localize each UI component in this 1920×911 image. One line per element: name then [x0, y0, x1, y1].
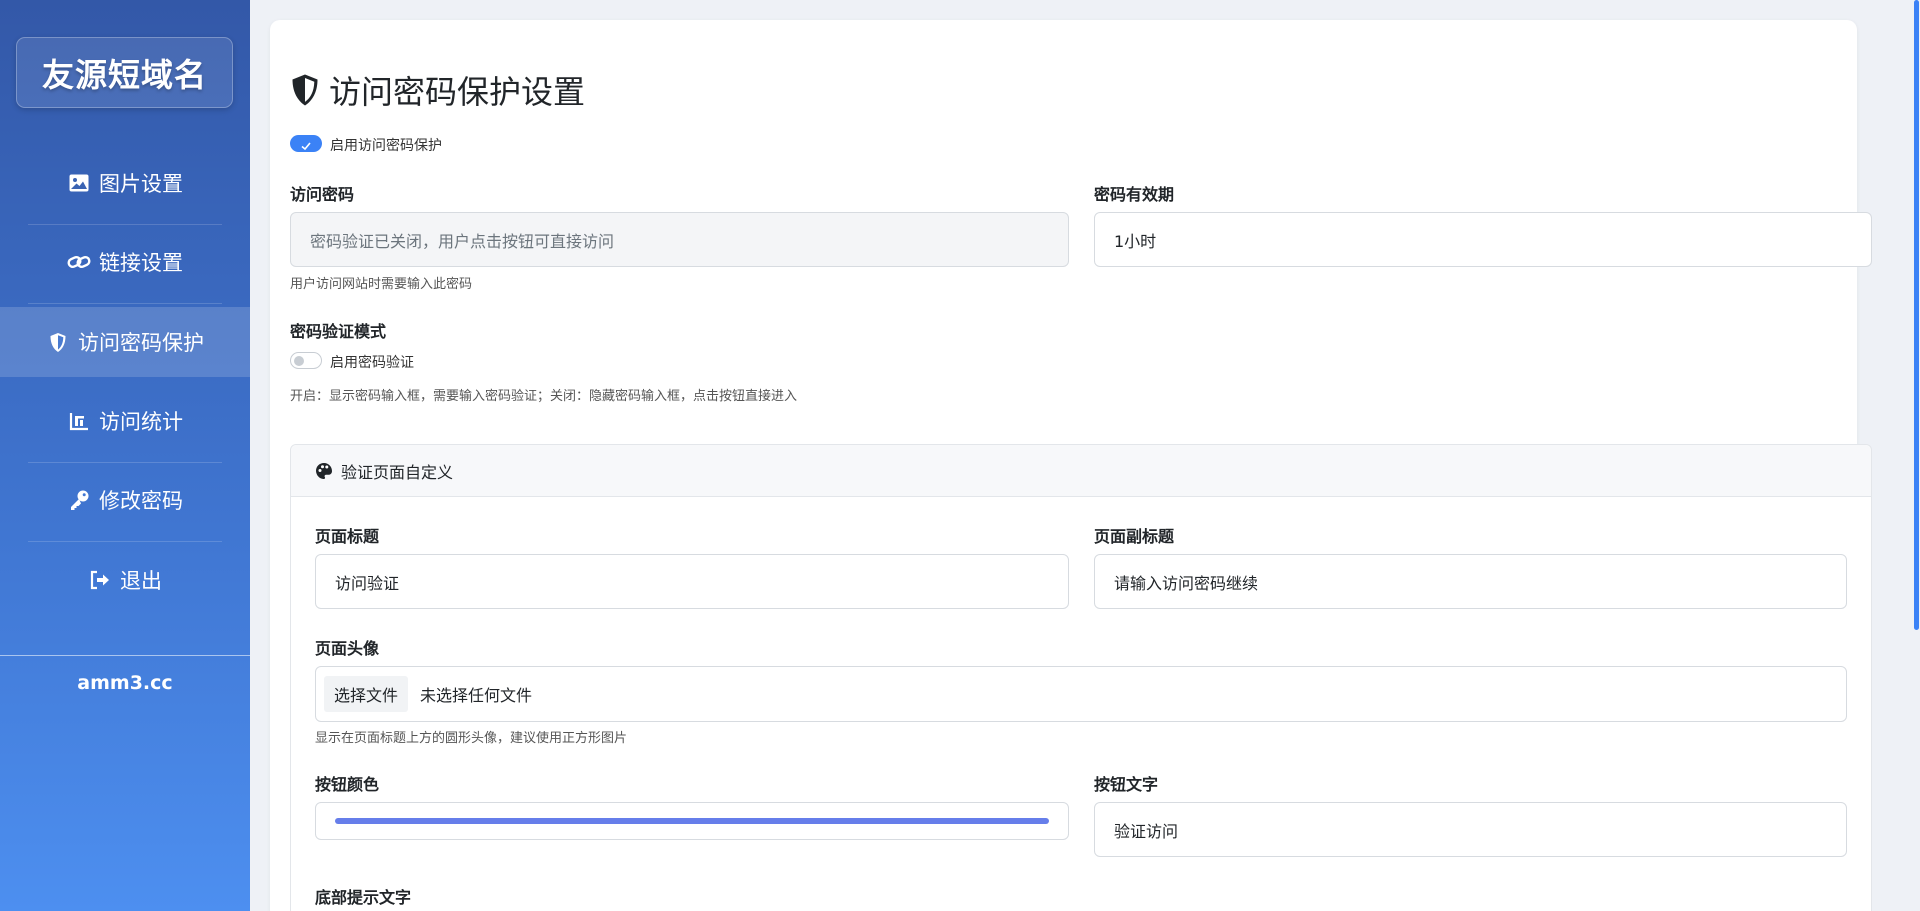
enable-protection-toggle[interactable]: [290, 135, 322, 152]
sidebar: 友源短域名 图片设置 链接设置 访问密码保护 访问统计 修改密码 退出 amm3…: [0, 0, 250, 911]
chart-icon: [67, 409, 91, 433]
domain-label: amm3.cc: [77, 672, 173, 694]
nav-label: 访问密码保护: [78, 331, 204, 355]
nav-item-statistics[interactable]: 访问统计: [0, 386, 250, 456]
expiry-select[interactable]: 1小时: [1094, 212, 1872, 267]
nav-item-link-settings[interactable]: 链接设置: [0, 227, 250, 297]
page-title-input[interactable]: 访问验证: [315, 554, 1069, 609]
nav-label: 链接设置: [99, 251, 183, 275]
button-color-label: 按钮颜色: [315, 775, 380, 794]
file-status: 未选择任何文件: [420, 686, 533, 705]
password-input[interactable]: 密码验证已关闭，用户点击按钮可直接访问: [290, 212, 1069, 267]
button-text-label: 按钮文字: [1094, 775, 1159, 794]
footer-text-label: 底部提示文字: [315, 888, 412, 907]
avatar-label: 页面头像: [315, 639, 380, 658]
nav-item-image-settings[interactable]: 图片设置: [0, 148, 250, 218]
check-icon: [300, 137, 312, 156]
verify-switch-label: 启用密码验证: [330, 355, 414, 371]
nav-item-access-password[interactable]: 访问密码保护: [0, 307, 250, 377]
page-title: 访问密码保护设置: [290, 68, 585, 112]
page-scrollbar[interactable]: [1912, 0, 1920, 911]
link-icon: [67, 250, 91, 274]
brand-logo[interactable]: 友源短域名: [16, 37, 233, 108]
nav-label: 访问统计: [99, 410, 183, 434]
palette-icon: [315, 462, 333, 480]
button-text-input[interactable]: 验证访问: [1094, 802, 1847, 857]
enable-protection-label: 启用访问密码保护: [330, 138, 442, 154]
nav-label: 图片设置: [99, 172, 183, 196]
choose-file-button[interactable]: 选择文件: [324, 676, 409, 712]
verify-mode-label: 密码验证模式: [290, 322, 387, 341]
nav-item-logout[interactable]: 退出: [0, 545, 250, 615]
image-icon: [67, 171, 91, 195]
password-help: 用户访问网站时需要输入此密码: [290, 277, 473, 292]
customize-panel-header: 验证页面自定义: [291, 445, 1871, 497]
page-subtitle-label: 页面副标题: [1094, 527, 1175, 546]
color-swatch: [335, 818, 1049, 824]
scrollbar-thumb[interactable]: [1914, 0, 1919, 630]
expiry-label: 密码有效期: [1094, 185, 1175, 204]
page-title-label: 页面标题: [315, 527, 380, 546]
key-icon: [67, 488, 91, 512]
nav-label: 退出: [120, 569, 162, 593]
password-label: 访问密码: [290, 185, 355, 204]
page-subtitle-input[interactable]: 请输入访问密码继续: [1094, 554, 1847, 609]
verify-mode-help: 开启：显示密码输入框，需要输入密码验证；关闭：隐藏密码输入框，点击按钮直接进入: [290, 389, 798, 404]
customize-panel-title: 验证页面自定义: [341, 462, 454, 482]
avatar-file-input[interactable]: 选择文件 未选择任何文件: [315, 666, 1847, 722]
page-title-text: 访问密码保护设置: [329, 73, 586, 111]
sidebar-divider: [0, 655, 250, 656]
button-color-input[interactable]: [315, 802, 1069, 840]
shield-icon: [46, 330, 70, 354]
nav-label: 修改密码: [99, 489, 183, 513]
nav-item-change-password[interactable]: 修改密码: [0, 465, 250, 535]
verify-mode-toggle[interactable]: [290, 352, 322, 369]
shield-icon: [290, 73, 320, 107]
logout-icon: [88, 568, 112, 592]
avatar-help: 显示在页面标题上方的圆形头像，建议使用正方形图片: [315, 731, 628, 746]
